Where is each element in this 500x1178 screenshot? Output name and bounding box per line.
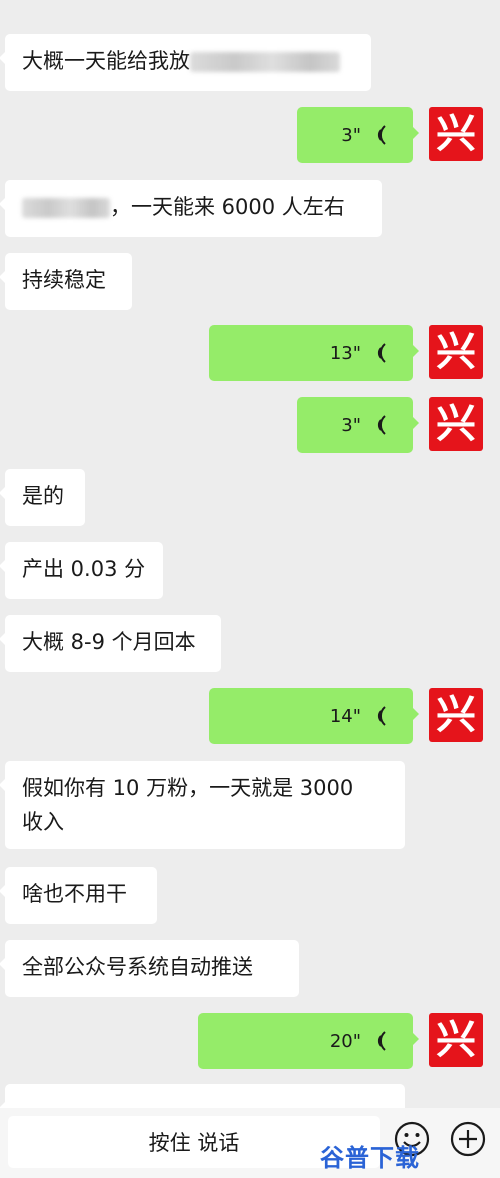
avatar-char: 兴 [436,1017,476,1063]
user-avatar[interactable]: 兴 [429,1013,483,1067]
message-bubble-received[interactable] [0,1084,405,1108]
voice-duration: 20" [329,1030,361,1052]
voice-duration: 13" [329,342,361,364]
voice-wave-icon [377,343,386,363]
message-text: 大概一天能给我放 [22,49,190,73]
chat-input-bar: 按住 说话 [0,1108,500,1178]
message-text: ，一天能来 6000 人左右 [110,195,345,219]
message-bubble-received[interactable]: 是的 [0,469,85,526]
message-text: 大概 8-9 个月回本 [22,630,196,654]
voice-message-sent[interactable]: 13" [209,325,419,381]
voice-duration: 14" [329,705,361,727]
message-text: 全部公众号系统自动推送 [22,955,253,979]
user-avatar[interactable]: 兴 [429,397,483,451]
hold-to-talk-label: 按住 说话 [148,1131,240,1155]
user-avatar[interactable]: 兴 [429,325,483,379]
plus-icon [450,1121,486,1157]
message-bubble-received[interactable]: 大概 8-9 个月回本 [0,615,221,672]
message-text: 是的 [22,484,64,508]
message-bubble-received[interactable]: 产出 0.03 分 [0,542,163,599]
message-bubble-received[interactable]: 假如你有 10 万粉，一天就是 3000 收入 [0,761,405,849]
voice-message-sent[interactable]: 3" [297,107,419,163]
message-text: 啥也不用干 [22,882,127,906]
avatar-char: 兴 [436,401,476,447]
message-text: 收入 [22,810,64,834]
avatar-char: 兴 [436,692,476,738]
message-bubble-received[interactable]: 大概一天能给我放 [0,34,371,91]
blurred-text [190,52,340,72]
voice-message-sent[interactable]: 3" [297,397,419,453]
voice-wave-icon [377,415,386,435]
chat-area[interactable]: 大概一天能给我放 3" 兴 ，一天能来 6000 人左右 持续稳定 13" 兴 … [0,0,500,1108]
plus-button[interactable] [448,1119,488,1159]
message-text: 持续稳定 [22,268,106,292]
message-text: 假如你有 10 万粉，一天就是 3000 [22,776,354,800]
avatar-char: 兴 [436,329,476,375]
voice-wave-icon [377,706,386,726]
avatar-char: 兴 [436,111,476,157]
message-bubble-received[interactable]: ，一天能来 6000 人左右 [0,180,382,237]
message-bubble-received[interactable]: 啥也不用干 [0,867,157,924]
voice-wave-icon [377,1031,386,1051]
voice-duration: 3" [341,414,361,436]
user-avatar[interactable]: 兴 [429,107,483,161]
voice-duration: 3" [341,124,361,146]
watermark: 谷普下载 [320,1144,420,1172]
voice-message-sent[interactable]: 20" [198,1013,419,1069]
voice-wave-icon [377,125,386,145]
blurred-text [22,198,110,218]
user-avatar[interactable]: 兴 [429,688,483,742]
voice-message-sent[interactable]: 14" [209,688,419,744]
message-bubble-received[interactable]: 持续稳定 [0,253,132,310]
message-bubble-received[interactable]: 全部公众号系统自动推送 [0,940,299,997]
message-text: 产出 0.03 分 [22,557,146,581]
